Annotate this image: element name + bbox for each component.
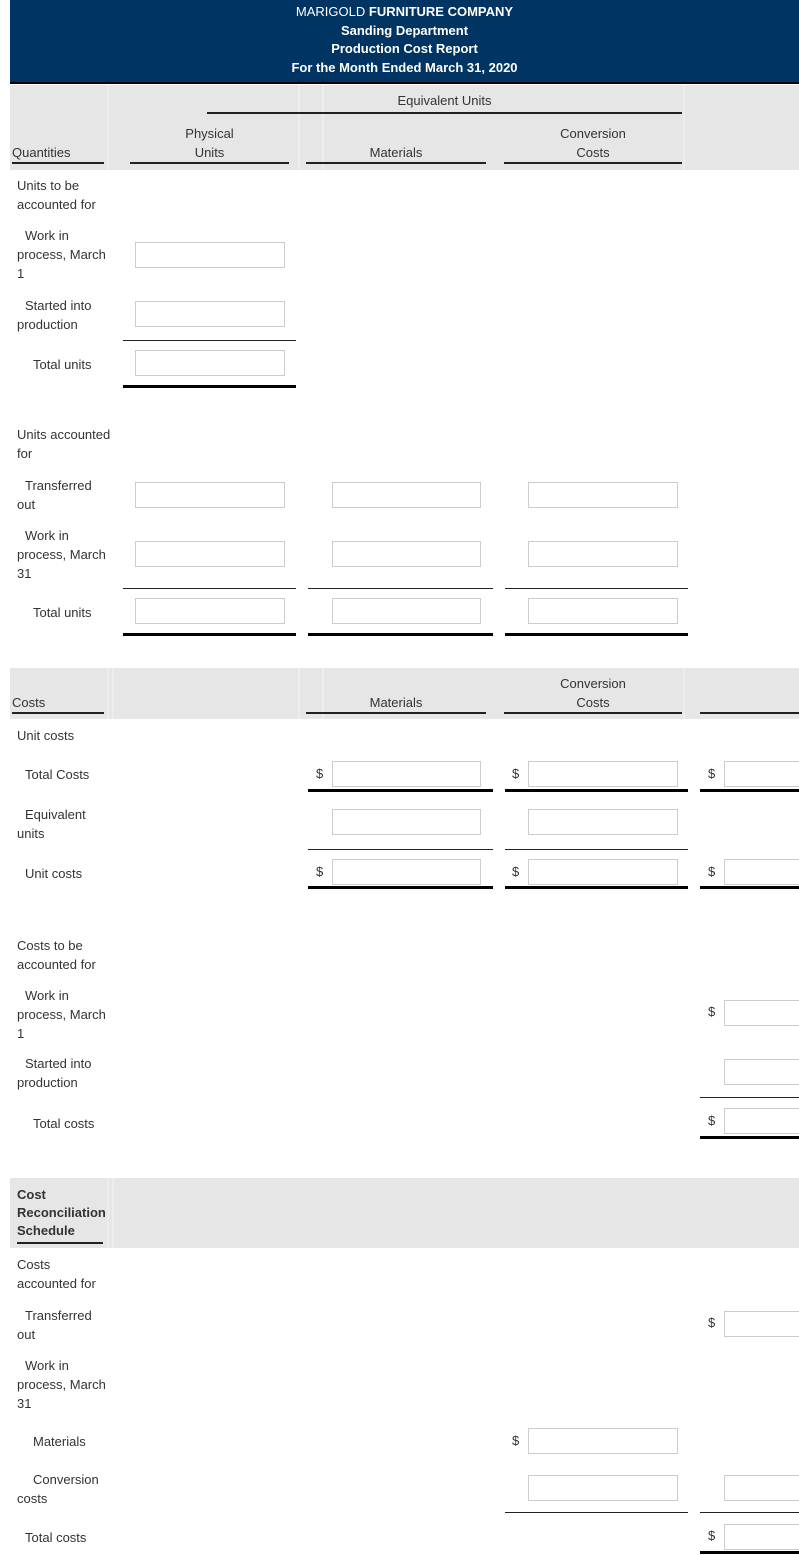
transferred-out-label: Transferred out [17, 478, 92, 512]
costs-to-be-accounted-for-label: Costs to be accounted for [17, 938, 96, 972]
report-title: Production Cost Report [331, 41, 478, 56]
recon-total-costs-input[interactable] [724, 1524, 799, 1550]
total-line [123, 385, 296, 388]
units-to-be-accounted-for-label: Units to be accounted for [17, 178, 96, 212]
unit-costs-total-input[interactable] [724, 859, 799, 885]
dollar-sign: $ [708, 1004, 716, 1019]
dollar-sign: $ [708, 864, 716, 879]
dollar-sign: $ [512, 766, 520, 781]
dollar-sign: $ [316, 766, 324, 781]
total-units-label: Total units [33, 357, 92, 372]
reconciliation-header-band: Cost Reconciliation Schedule [10, 1178, 799, 1248]
recon-wip-march31-label: Work in process, March 31 [17, 1358, 106, 1411]
wip-march31-label: Work in process, March 31 [17, 528, 106, 581]
unit-costs-conversion-input[interactable] [528, 859, 678, 885]
total-costs-materials-input[interactable] [332, 761, 481, 787]
costs-started-label: Started into production [17, 1056, 92, 1090]
recon-conversion-label: Conversion costs [17, 1472, 99, 1506]
unit-costs-materials-input[interactable] [332, 859, 481, 885]
transferred-out-conversion-input[interactable] [528, 482, 678, 508]
costs-accounted-for-label: Costs accounted for [17, 1257, 96, 1291]
dollar-sign: $ [708, 1315, 716, 1330]
physical-units-heading: Physical Units [130, 124, 289, 164]
report-header: MARIGOLD FURNITURE COMPANY Sanding Depar… [10, 0, 799, 84]
recon-conversion-input[interactable] [528, 1475, 678, 1501]
started-label: Started into production [17, 298, 92, 332]
costs-heading: Costs [12, 693, 104, 714]
equivalent-units-materials-input[interactable] [332, 809, 481, 835]
total-costs-label: Total Costs [25, 767, 90, 782]
costs-total-costs-input[interactable] [724, 1108, 799, 1134]
transferred-out-materials-input[interactable] [332, 482, 481, 508]
costs-wip-march1-input[interactable] [724, 1000, 799, 1026]
quantities-header-band: Equivalent Units Quantities Physical Unit… [10, 85, 799, 170]
subtotal-line [123, 340, 296, 341]
wip-march31-materials-input[interactable] [332, 541, 481, 567]
company-name: FURNITURE COMPANY [368, 4, 514, 19]
costs-total-heading: To [700, 693, 799, 714]
reconciliation-heading: Cost Reconciliation Schedule [17, 1186, 106, 1244]
recon-transferred-out-label: Transferred out [17, 1308, 92, 1342]
total-units-physical-input[interactable] [135, 350, 285, 376]
recon-transferred-out-input[interactable] [724, 1311, 799, 1337]
units-accounted-for-label: Units accounted for [17, 427, 111, 461]
conversion-costs-heading: Conversion Costs [504, 124, 682, 164]
recon-materials-label: Materials [33, 1434, 86, 1449]
total-units2-conversion-input[interactable] [528, 598, 678, 624]
costs-started-input[interactable] [724, 1059, 799, 1085]
company-prefix: MARIGOLD [295, 4, 366, 19]
report-period: For the Month Ended March 31, 2020 [291, 59, 518, 75]
dollar-sign: $ [316, 864, 324, 879]
recon-wip-total-input[interactable] [724, 1475, 799, 1501]
quantities-heading: Quantities [12, 143, 104, 164]
equivalent-units-conversion-input[interactable] [528, 809, 678, 835]
wip-march1-label: Work in process, March 1 [17, 228, 106, 281]
wip-march31-physical-input[interactable] [135, 541, 285, 567]
recon-total-costs-label: Total costs [25, 1530, 87, 1545]
wip-march1-physical-input[interactable] [135, 242, 285, 268]
transferred-out-physical-input[interactable] [135, 482, 285, 508]
recon-materials-input[interactable] [528, 1428, 678, 1454]
dollar-sign: $ [708, 1528, 716, 1543]
started-physical-input[interactable] [135, 301, 285, 327]
costs-materials-heading: Materials [306, 693, 486, 714]
total-units2-physical-input[interactable] [135, 598, 285, 624]
dollar-sign: $ [708, 766, 716, 781]
equivalent-units-heading: Equivalent Units [207, 91, 682, 114]
total-units-label-2: Total units [33, 605, 92, 620]
costs-header-band: Costs Materials ConversionCosts To [10, 668, 799, 719]
dollar-sign: $ [512, 864, 520, 879]
materials-heading: Materials [306, 143, 486, 164]
dollar-sign: $ [512, 1433, 520, 1448]
unit-costs-label: Unit costs [25, 866, 83, 881]
total-units2-materials-input[interactable] [332, 598, 481, 624]
total-costs-total-input[interactable] [724, 761, 799, 787]
equivalent-units-label: Equivalent units [17, 807, 86, 841]
costs-total-costs-label: Total costs [33, 1116, 95, 1131]
total-costs-conversion-input[interactable] [528, 761, 678, 787]
dollar-sign: $ [708, 1113, 716, 1128]
costs-conversion-heading: Conversion Costs [504, 674, 682, 714]
wip-march31-conversion-input[interactable] [528, 541, 678, 567]
department: Sanding Department [340, 22, 469, 38]
unit-costs-heading: Unit costs [17, 728, 75, 743]
costs-wip-march1-label: Work in process, March 1 [17, 988, 106, 1041]
